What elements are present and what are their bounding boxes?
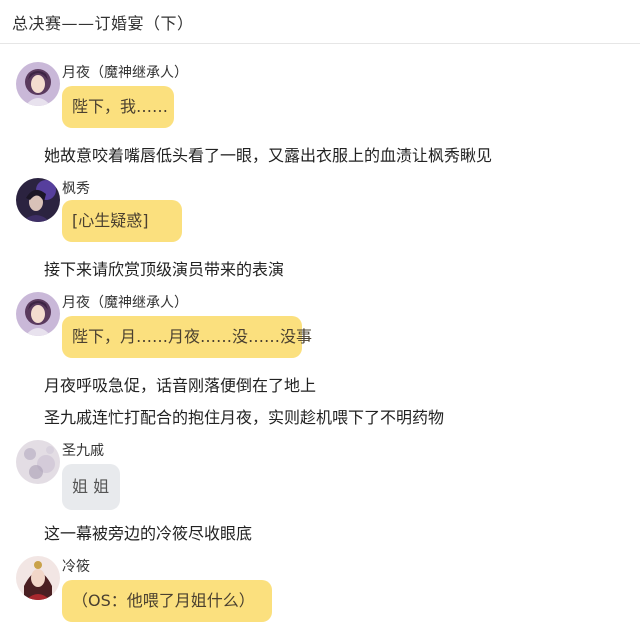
speaker-name: 枫秀: [62, 181, 90, 197]
narration-text: 这一幕被旁边的冷筱尽收眼底: [44, 524, 253, 543]
message-bubble[interactable]: 陛下，月……月夜……没……没事: [62, 316, 312, 358]
avatar[interactable]: [16, 178, 60, 222]
speaker-name: 圣九戚: [62, 443, 104, 459]
yueye-avatar-icon: [16, 292, 60, 336]
speaker-name: 月夜（魔神继承人）: [62, 295, 188, 311]
narration-text: 她故意咬着嘴唇低头看了一眼，又露出衣服上的血渍让枫秀瞅见: [44, 146, 493, 165]
narration-text: 月夜呼吸急促，话音刚落便倒在了地上: [44, 376, 317, 395]
chat-title: 总决赛——订婚宴（下）: [12, 14, 194, 33]
message-bubble[interactable]: 姐 姐: [62, 464, 120, 510]
avatar[interactable]: [16, 440, 60, 484]
message-bubble[interactable]: [心生疑惑]: [62, 200, 182, 242]
lengxiao-avatar-icon: [16, 556, 60, 600]
fengxiu-avatar-icon: [16, 178, 60, 222]
speaker-name: 冷筱: [62, 559, 90, 575]
speaker-name: 月夜（魔神继承人）: [62, 65, 188, 81]
shengjiuqi-avatar-icon: [16, 440, 60, 484]
avatar[interactable]: [16, 556, 60, 600]
avatar[interactable]: [16, 62, 60, 106]
chat-header: 总决赛——订婚宴（下）: [0, 0, 640, 44]
narration-text: 接下来请欣赏顶级演员带来的表演: [44, 260, 285, 279]
yueye-avatar-icon: [16, 62, 60, 106]
narration-text: 圣九戚连忙打配合的抱住月夜，实则趁机喂下了不明药物: [44, 408, 445, 427]
avatar[interactable]: [16, 292, 60, 336]
message-bubble[interactable]: （OS：他喂了月姐什么）: [62, 580, 272, 622]
message-bubble[interactable]: 陛下，我……: [62, 86, 174, 128]
